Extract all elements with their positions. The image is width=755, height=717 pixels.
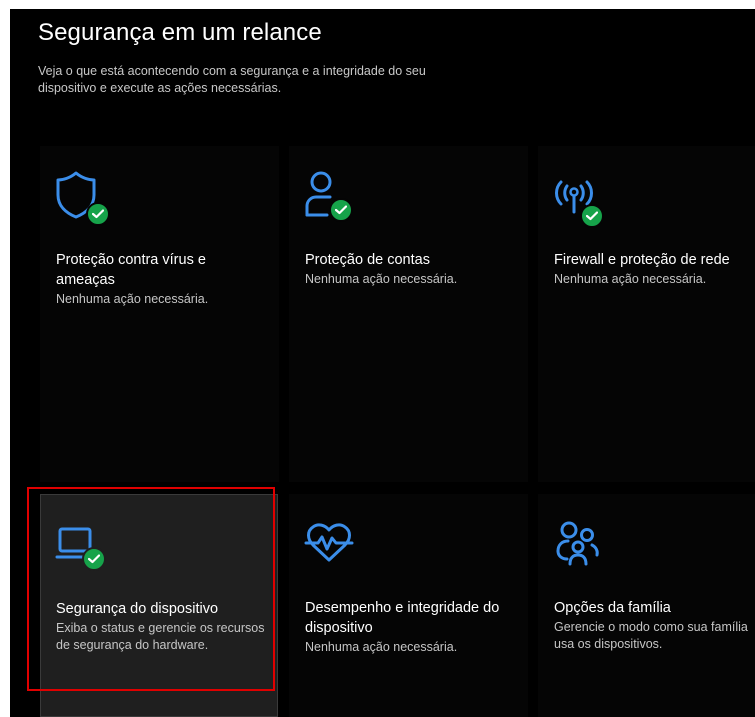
wireless-antenna-icon (552, 170, 612, 228)
check-badge-icon (329, 198, 353, 222)
check-badge-icon (82, 547, 106, 571)
tile-firewall-network-protection[interactable]: Firewall e proteção de rede Nenhuma ação… (538, 146, 755, 482)
tile-title: Opções da família (554, 600, 671, 616)
page-title: Segurança em um relance (38, 19, 322, 46)
tile-status-text: Nenhuma ação necessária. (305, 640, 458, 654)
laptop-icon (54, 519, 114, 575)
page-subtitle: Veja o que está acontecendo com a segura… (38, 64, 426, 95)
check-badge-icon (580, 204, 604, 228)
tile-device-security[interactable]: Segurança do dispositivo Exiba o status … (40, 494, 278, 717)
tile-status-text: Exiba o status e gerencie os recursos de… (56, 621, 265, 652)
check-badge-icon (86, 202, 110, 226)
tile-title: Proteção contra vírus e ameaças (56, 252, 206, 288)
tile-status-text: Nenhuma ação necessária. (305, 272, 458, 286)
person-icon (303, 170, 363, 226)
tile-title: Segurança do dispositivo (56, 601, 219, 617)
tile-title: Firewall e proteção de rede (554, 252, 730, 268)
family-icon (552, 518, 612, 574)
heart-pulse-icon (303, 518, 363, 574)
tile-family-options[interactable]: Opções da família Gerencie o modo como s… (538, 494, 755, 717)
tile-status-text: Gerencie o modo como sua família usa os … (554, 620, 748, 651)
tile-status-text: Nenhuma ação necessária. (554, 272, 707, 286)
tile-status-text: Nenhuma ação necessária. (56, 292, 209, 306)
tile-title: Proteção de contas (305, 252, 430, 268)
tile-device-performance-health[interactable]: Desempenho e integridade do dispositivo … (289, 494, 528, 717)
security-at-a-glance-page: Segurança em um relance Veja o que está … (10, 9, 755, 717)
tile-account-protection[interactable]: Proteção de contas Nenhuma ação necessár… (289, 146, 528, 482)
tile-virus-threat-protection[interactable]: Proteção contra vírus e ameaças Nenhuma … (40, 146, 279, 482)
shield-icon (54, 170, 114, 226)
tile-title: Desempenho e integridade do dispositivo (305, 600, 500, 636)
